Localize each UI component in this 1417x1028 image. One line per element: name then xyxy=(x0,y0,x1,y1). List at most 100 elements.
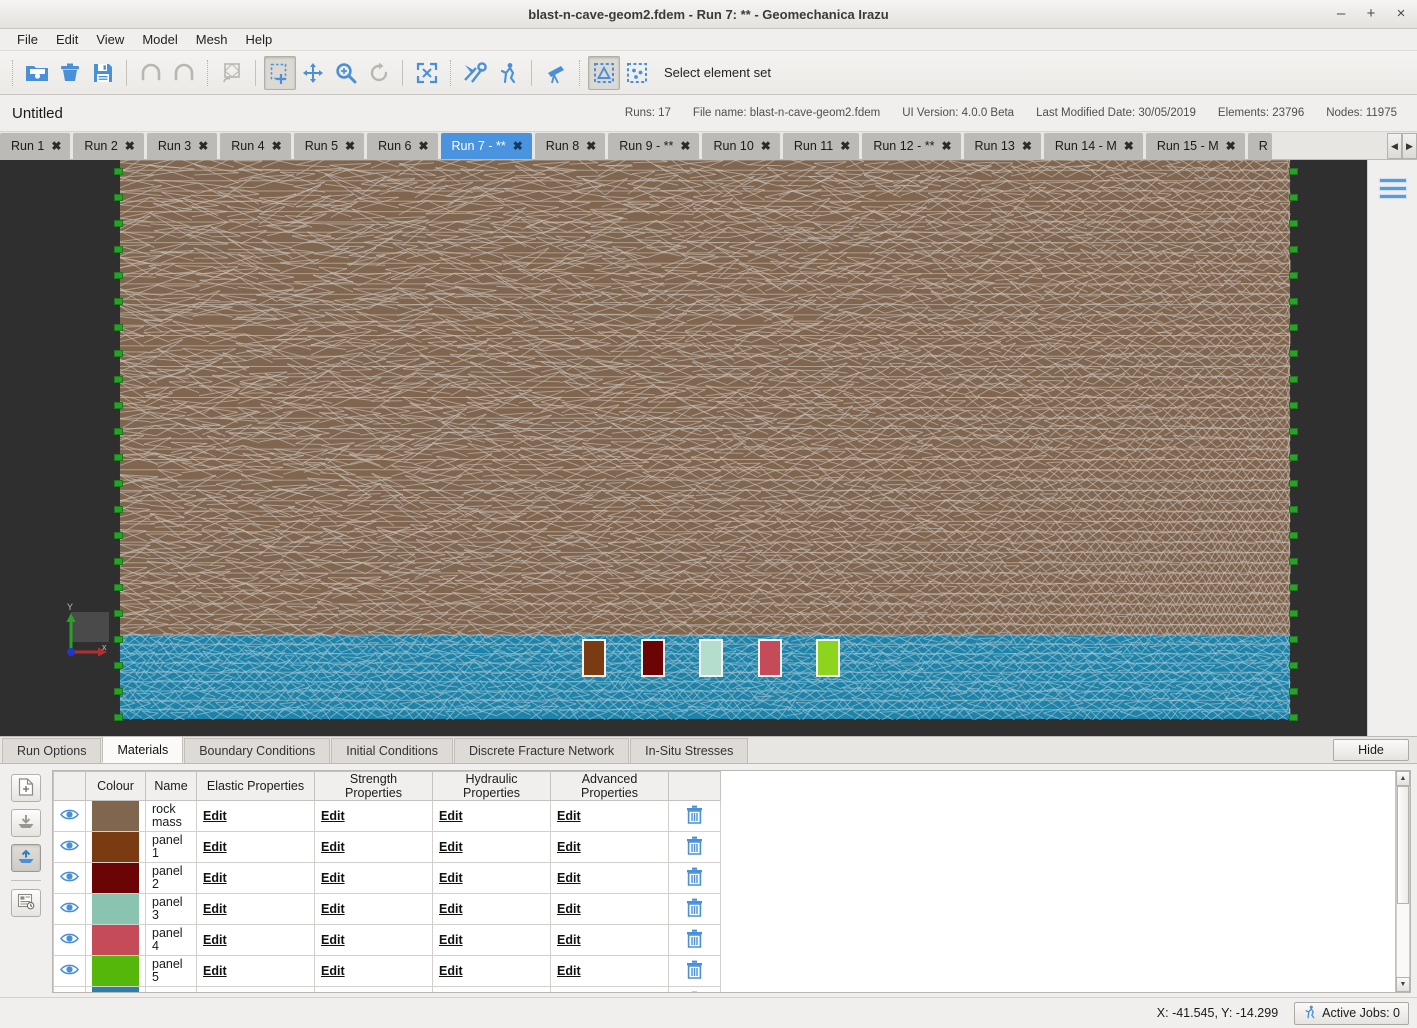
maximize-button[interactable]: + xyxy=(1363,6,1379,22)
telescope-button[interactable] xyxy=(540,56,572,90)
bottom-tab[interactable]: In-Situ Stresses xyxy=(630,738,749,763)
elastic-properties-cell[interactable]: Edit xyxy=(196,924,315,956)
advanced-properties-cell[interactable]: Edit xyxy=(550,924,669,956)
run-tab[interactable]: Run 9 - ** ✖ xyxy=(608,133,700,159)
colour-swatch-cell[interactable] xyxy=(85,955,146,987)
hydraulic-properties-cell[interactable]: Edit xyxy=(432,862,551,894)
edit-elastic-link[interactable]: Edit xyxy=(203,840,227,854)
run-tab-close-icon[interactable]: ✖ xyxy=(345,139,355,153)
table-row[interactable]: panel 4 Edit Edit Edit Edit xyxy=(53,924,721,956)
material-name-cell[interactable] xyxy=(145,986,197,992)
run-tab[interactable]: Run 4 ✖ xyxy=(220,133,291,159)
scroll-thumb[interactable] xyxy=(1397,786,1409,904)
edit-strength-link[interactable]: Edit xyxy=(321,964,345,978)
tab-scroll-left-button[interactable]: ◀ xyxy=(1387,133,1402,159)
material-report-button[interactable] xyxy=(11,889,41,917)
colour-swatch-cell[interactable] xyxy=(85,800,146,832)
menu-help[interactable]: Help xyxy=(237,30,282,49)
edit-elastic-link[interactable]: Edit xyxy=(203,871,227,885)
bottom-tab[interactable]: Run Options xyxy=(2,738,102,763)
run-tab[interactable]: R xyxy=(1247,133,1272,159)
edit-advanced-link[interactable]: Edit xyxy=(557,902,581,916)
colour-swatch[interactable] xyxy=(92,801,139,831)
run-tab-close-icon[interactable]: ✖ xyxy=(1124,139,1134,153)
visibility-toggle[interactable] xyxy=(53,986,86,992)
visibility-toggle[interactable] xyxy=(53,955,86,987)
advanced-properties-cell[interactable]: Edit xyxy=(550,831,669,863)
materials-table-container[interactable]: Colour Name Elastic Properties Strength … xyxy=(52,770,1411,993)
hydraulic-properties-cell[interactable]: Edit xyxy=(432,831,551,863)
colour-swatch[interactable] xyxy=(92,925,139,955)
strength-properties-cell[interactable]: Edit xyxy=(314,800,433,832)
run-button[interactable] xyxy=(492,56,524,90)
edit-hydraulic-link[interactable]: Edit xyxy=(439,933,463,947)
undo-button[interactable] xyxy=(135,56,167,90)
export-material-button[interactable] xyxy=(11,844,41,872)
material-name-cell[interactable]: panel 2 xyxy=(145,862,197,894)
material-name-cell[interactable]: panel 5 xyxy=(145,955,197,987)
edit-advanced-link[interactable]: Edit xyxy=(557,840,581,854)
run-tab-close-icon[interactable]: ✖ xyxy=(125,139,135,153)
run-tab-close-icon[interactable]: ✖ xyxy=(51,139,61,153)
edit-strength-link[interactable]: Edit xyxy=(321,840,345,854)
run-tab[interactable]: Run 8 ✖ xyxy=(534,133,606,159)
close-button[interactable]: × xyxy=(1393,6,1409,22)
advanced-properties-cell[interactable]: Edit xyxy=(550,955,669,987)
run-tab[interactable]: Run 6 ✖ xyxy=(367,133,438,159)
delete-material-cell[interactable] xyxy=(668,955,721,987)
material-name-cell[interactable]: panel 3 xyxy=(145,893,197,925)
colour-swatch-cell[interactable] xyxy=(85,924,146,956)
menu-model[interactable]: Model xyxy=(133,30,186,49)
colour-swatch[interactable] xyxy=(92,987,139,992)
visibility-toggle[interactable] xyxy=(53,893,86,925)
edit-strength-link[interactable]: Edit xyxy=(321,871,345,885)
viewport-canvas[interactable]: Y x xyxy=(0,160,1417,736)
delete-material-cell[interactable] xyxy=(668,831,721,863)
material-name-cell[interactable]: panel 4 xyxy=(145,924,197,956)
edit-hydraulic-link[interactable]: Edit xyxy=(439,871,463,885)
elastic-properties-cell[interactable]: Edit xyxy=(196,955,315,987)
menu-view[interactable]: View xyxy=(87,30,133,49)
run-tab-close-icon[interactable]: ✖ xyxy=(418,139,428,153)
hide-panel-button[interactable]: Hide xyxy=(1333,739,1409,761)
zoom-button[interactable] xyxy=(330,56,362,90)
strength-properties-cell[interactable]: Edit xyxy=(314,955,433,987)
viewport-menu-button[interactable] xyxy=(1379,176,1407,200)
edit-advanced-link[interactable]: Edit xyxy=(557,871,581,885)
advanced-properties-cell[interactable]: Edit xyxy=(550,893,669,925)
run-tab[interactable]: Run 10 ✖ xyxy=(702,133,780,159)
run-tab[interactable]: Run 5 ✖ xyxy=(293,133,365,159)
pan-button[interactable] xyxy=(297,56,329,90)
material-name-cell[interactable]: panel 1 xyxy=(145,831,197,863)
menu-mesh[interactable]: Mesh xyxy=(187,30,237,49)
colour-swatch[interactable] xyxy=(92,863,139,893)
edit-strength-link[interactable]: Edit xyxy=(321,933,345,947)
edit-hydraulic-link[interactable]: Edit xyxy=(439,809,463,823)
table-row[interactable]: panel 5 Edit Edit Edit Edit xyxy=(53,955,721,987)
run-tab-close-icon[interactable]: ✖ xyxy=(1226,139,1236,153)
hydraulic-properties-cell[interactable]: Edit xyxy=(432,924,551,956)
rotate-button[interactable] xyxy=(363,56,395,90)
trash-icon[interactable] xyxy=(686,805,703,827)
table-row[interactable]: panel 3 Edit Edit Edit Edit xyxy=(53,893,721,925)
material-name-cell[interactable]: rock mass xyxy=(145,800,197,832)
tab-scroll-right-button[interactable]: ▶ xyxy=(1402,133,1417,159)
trash-icon[interactable] xyxy=(686,960,703,982)
delete-material-cell[interactable] xyxy=(668,986,721,992)
elastic-properties-cell[interactable]: Edit xyxy=(196,831,315,863)
run-tab-close-icon[interactable]: ✖ xyxy=(941,139,951,153)
visibility-toggle[interactable] xyxy=(53,800,86,832)
delete-bin-button[interactable] xyxy=(54,56,86,90)
strength-properties-cell[interactable]: Edit xyxy=(314,986,433,992)
run-tab-close-icon[interactable]: ✖ xyxy=(761,139,771,153)
trash-icon[interactable] xyxy=(686,929,703,951)
advanced-properties-cell[interactable]: Edit xyxy=(550,986,669,992)
select-box-button[interactable] xyxy=(264,55,296,90)
active-jobs-button[interactable]: Active Jobs: 0 xyxy=(1294,1001,1409,1025)
delete-material-cell[interactable] xyxy=(668,924,721,956)
edit-hydraulic-link[interactable]: Edit xyxy=(439,902,463,916)
new-material-button[interactable] xyxy=(11,774,41,802)
hydraulic-properties-cell[interactable]: Edit xyxy=(432,893,551,925)
delete-material-cell[interactable] xyxy=(668,800,721,832)
strength-properties-cell[interactable]: Edit xyxy=(314,924,433,956)
